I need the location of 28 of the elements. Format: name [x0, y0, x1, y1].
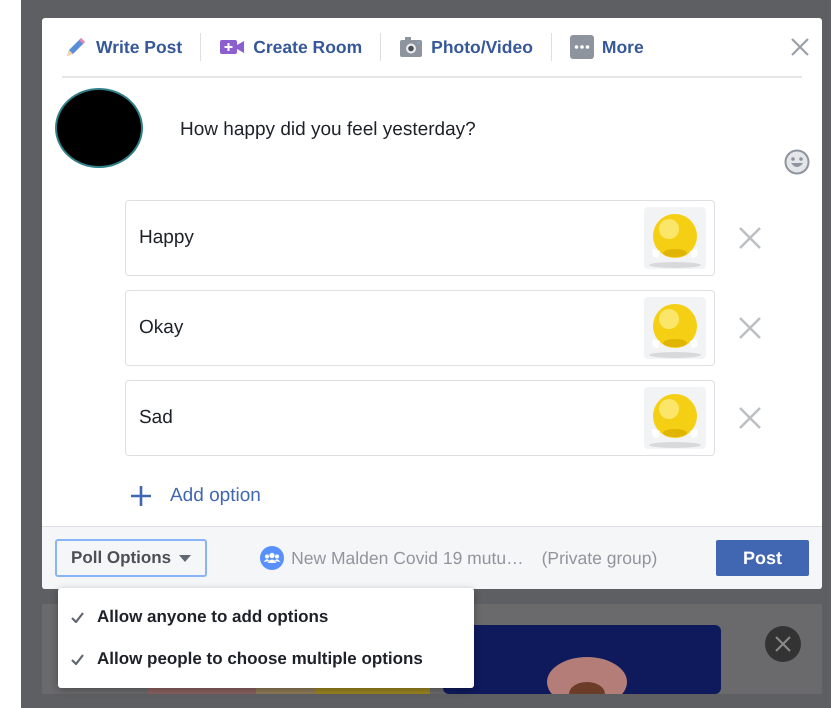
close-icon[interactable] [765, 626, 801, 662]
composer-tab[interactable]: Photo/Video [397, 36, 535, 58]
remove-icon[interactable] [738, 406, 762, 430]
privacy-label: (Private group) [542, 548, 658, 568]
add-option-button[interactable]: Add option [130, 478, 261, 514]
more-icon [570, 35, 594, 59]
remove-icon[interactable] [738, 226, 762, 250]
remove-icon[interactable] [738, 316, 762, 340]
composer-tab[interactable]: Create Room [217, 36, 364, 58]
composer-tab[interactable]: Write Post [62, 35, 184, 59]
poll-options-dropdown[interactable]: Poll Options [55, 539, 208, 577]
poll-option-field[interactable]: Sad [125, 380, 715, 456]
composer-tab[interactable]: More [568, 35, 646, 59]
poll-question[interactable]: How happy did you feel yesterday? [180, 119, 476, 200]
poll-option-field[interactable]: Okay [125, 290, 715, 366]
camera-icon [399, 36, 424, 58]
video-camera-icon [219, 37, 246, 57]
close-icon[interactable] [790, 37, 810, 57]
menu-item[interactable]: Allow anyone to add options [58, 596, 474, 638]
plus-icon [130, 485, 152, 507]
group-name: New Malden Covid 19 mutu… [291, 548, 524, 568]
menu-item[interactable]: Allow people to choose multiple options [58, 638, 474, 680]
group-icon [260, 546, 284, 570]
caret-icon [179, 554, 192, 562]
smiley-icon[interactable] [784, 149, 810, 175]
post-button[interactable]: Post [716, 540, 809, 576]
pencil-icon [64, 35, 88, 59]
poll-option-field[interactable]: Happy [125, 200, 715, 276]
